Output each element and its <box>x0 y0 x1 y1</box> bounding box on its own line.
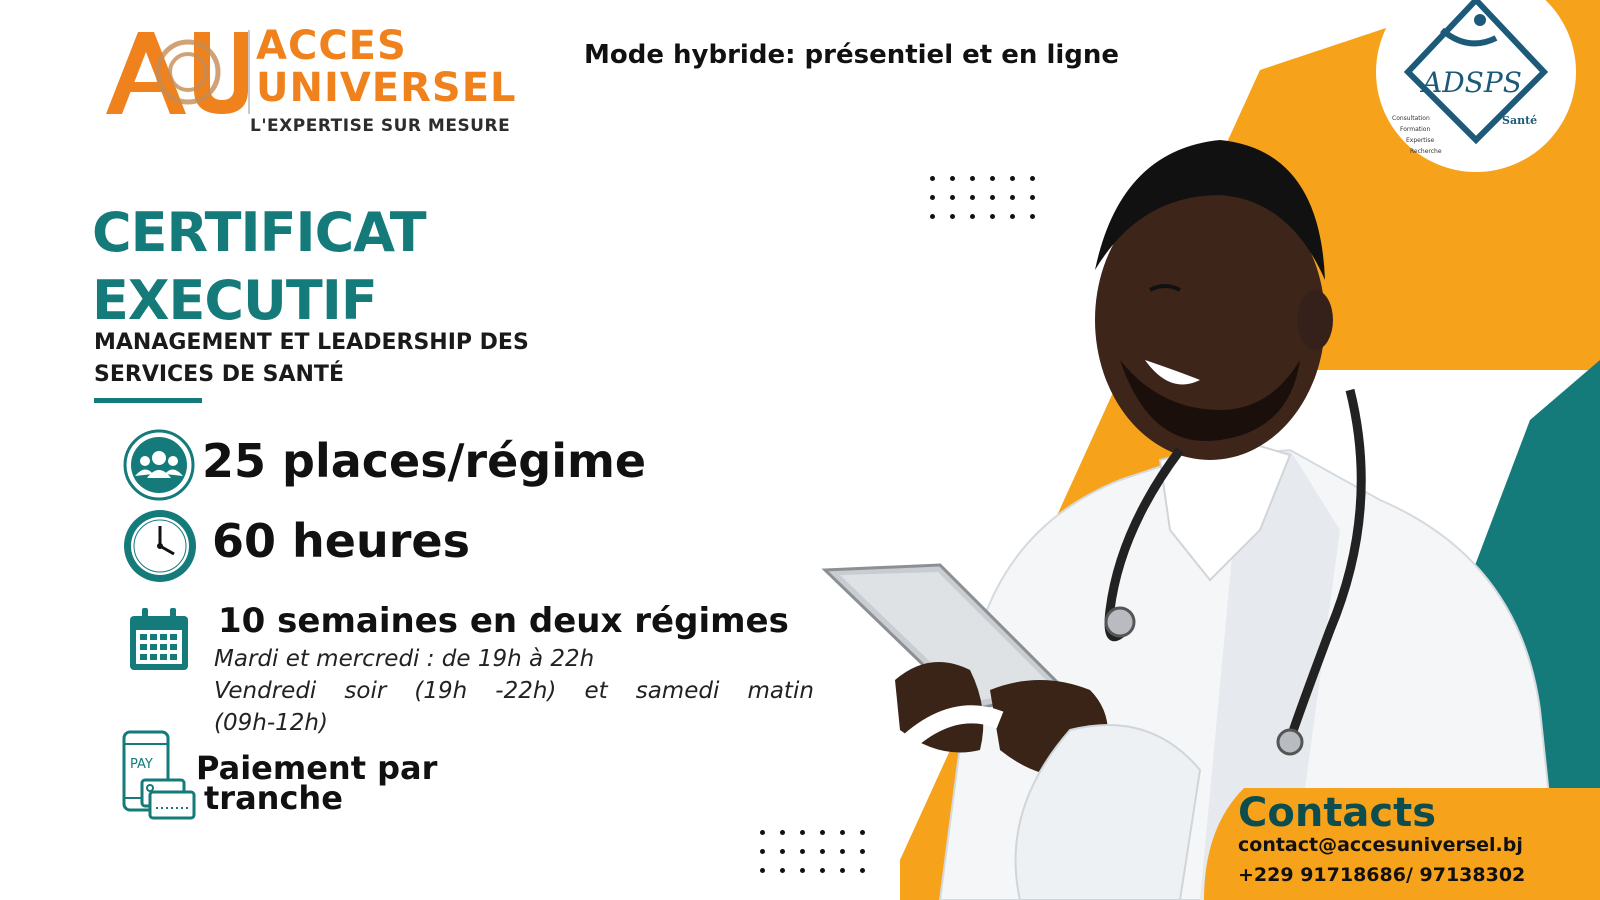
adsps-logo: ADSPS Santé Consultation Formation Exper… <box>1376 0 1576 172</box>
title-certificat: CERTIFICAT <box>92 201 427 264</box>
schedule-word: soir <box>344 678 387 704</box>
logo-tagline: L'EXPERTISE SUR MESURE <box>250 116 511 136</box>
mode-line: Mode hybride: présentiel et en ligne <box>584 40 1120 70</box>
contact-phone[interactable]: +229 91718686/ 97138302 <box>1238 864 1525 886</box>
payment-text-line-2: tranche <box>204 779 343 817</box>
calendar-icon <box>130 608 188 670</box>
schedule-line-3: (09h-12h) <box>214 710 328 736</box>
logo-word-acces: ACCES <box>256 23 407 69</box>
subtitle-line-1: MANAGEMENT ET LEADERSHIP DES <box>94 330 529 355</box>
weeks-text: 10 semaines en deux régimes <box>218 601 789 641</box>
contacts-title: Contacts <box>1238 790 1437 836</box>
schedule-word: Vendredi <box>214 678 317 704</box>
schedule-line-1: Mardi et mercredi : de 19h à 22h <box>214 646 595 672</box>
adsps-sante-label: Santé <box>1502 114 1537 127</box>
doctor-illustration <box>821 140 1562 900</box>
adsps-item-3: Expertise <box>1406 137 1434 144</box>
contact-email[interactable]: contact@accesuniversel.bj <box>1238 834 1523 856</box>
dot-grid-bottom <box>760 830 865 873</box>
schedule-word: et <box>584 678 608 704</box>
schedule-word: (19h <box>414 678 468 704</box>
adsps-item-2: Formation <box>1400 126 1430 133</box>
adsps-item-4: Recherche <box>1410 148 1442 155</box>
pay-icon-text: PAY <box>130 757 153 772</box>
pay-phone-icon: PAY <box>122 730 196 820</box>
logo-divider <box>248 30 250 114</box>
hours-text: 60 heures <box>212 514 470 568</box>
logo-word-universel: UNIVERSEL <box>256 65 517 111</box>
clock-icon <box>124 510 196 582</box>
adsps-item-1: Consultation <box>1392 115 1430 122</box>
title-underline <box>94 398 202 403</box>
places-text: 25 places/régime <box>202 434 647 488</box>
subtitle-line-2: SERVICES DE SANTÉ <box>94 362 344 387</box>
schedule-word: -22h) <box>495 678 557 704</box>
people-icon <box>123 429 195 501</box>
schedule-word: samedi <box>635 678 720 704</box>
dot-grid-top <box>930 176 1035 219</box>
acces-universel-logo: ACCES UNIVERSEL L'EXPERTISE SUR MESURE <box>100 22 560 142</box>
au-logo-mark-icon <box>106 32 248 114</box>
schedule-word: matin <box>747 678 814 704</box>
adsps-logo-text: ADSPS <box>1419 66 1522 99</box>
schedule-line-2: Vendredi soir (19h -22h) et samedi matin <box>214 678 814 704</box>
title-executif: EXECUTIF <box>92 269 378 332</box>
